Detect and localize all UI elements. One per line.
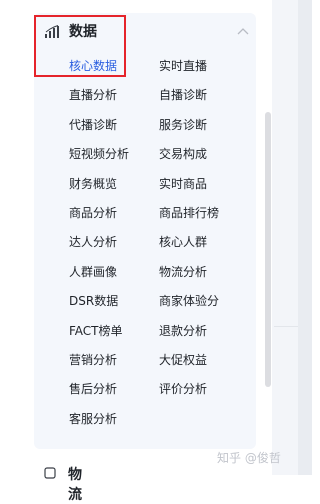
menu-item[interactable]: 大促权益 <box>159 352 207 368</box>
menu-item[interactable]: 退款分析 <box>159 323 207 339</box>
menu-item[interactable]: 售后分析 <box>69 381 117 397</box>
menu-item[interactable]: 实时商品 <box>159 176 207 192</box>
menu-item[interactable]: 核心人群 <box>159 234 207 250</box>
next-section-icon <box>44 467 56 479</box>
menu-item[interactable]: 营销分析 <box>69 352 117 368</box>
divider <box>274 326 298 327</box>
menu-item[interactable]: 实时直播 <box>159 58 207 74</box>
menu-item[interactable]: 商品排行榜 <box>159 205 219 221</box>
menu-item[interactable]: 商家体验分 <box>159 293 219 309</box>
chevron-up-icon[interactable] <box>237 27 249 35</box>
scrollbar-thumb[interactable] <box>265 112 271 387</box>
menu-item[interactable]: 客服分析 <box>69 411 117 427</box>
data-section-header[interactable]: 数据 <box>34 13 256 51</box>
menu-item[interactable]: 服务诊断 <box>159 117 207 133</box>
bar-chart-icon <box>45 25 59 38</box>
menu-item[interactable]: 物流分析 <box>159 264 207 280</box>
watermark: 知乎 @俊哲 <box>217 451 281 465</box>
right-panel-cut <box>298 0 312 475</box>
menu-item[interactable]: 财务概览 <box>69 176 117 192</box>
menu-item[interactable]: DSR数据 <box>69 293 118 309</box>
menu-item[interactable]: 评价分析 <box>159 381 207 397</box>
menu-item[interactable]: 短视频分析 <box>69 146 129 162</box>
menu-item[interactable]: 人群画像 <box>69 264 117 280</box>
right-panel-edge <box>272 0 312 475</box>
menu-item[interactable]: 自播诊断 <box>159 87 207 103</box>
data-section-card <box>34 13 256 449</box>
menu-item[interactable]: 直播分析 <box>69 87 117 103</box>
menu-item[interactable]: 交易构成 <box>159 146 207 162</box>
menu-item[interactable]: 商品分析 <box>69 205 117 221</box>
menu-item[interactable]: 代播诊断 <box>69 117 117 133</box>
next-section-title: 物流 <box>68 467 82 503</box>
menu-item[interactable]: FACT榜单 <box>69 323 123 339</box>
menu-item[interactable]: 达人分析 <box>69 234 117 250</box>
menu-item[interactable]: 核心数据 <box>69 58 117 74</box>
section-title: 数据 <box>69 24 97 40</box>
